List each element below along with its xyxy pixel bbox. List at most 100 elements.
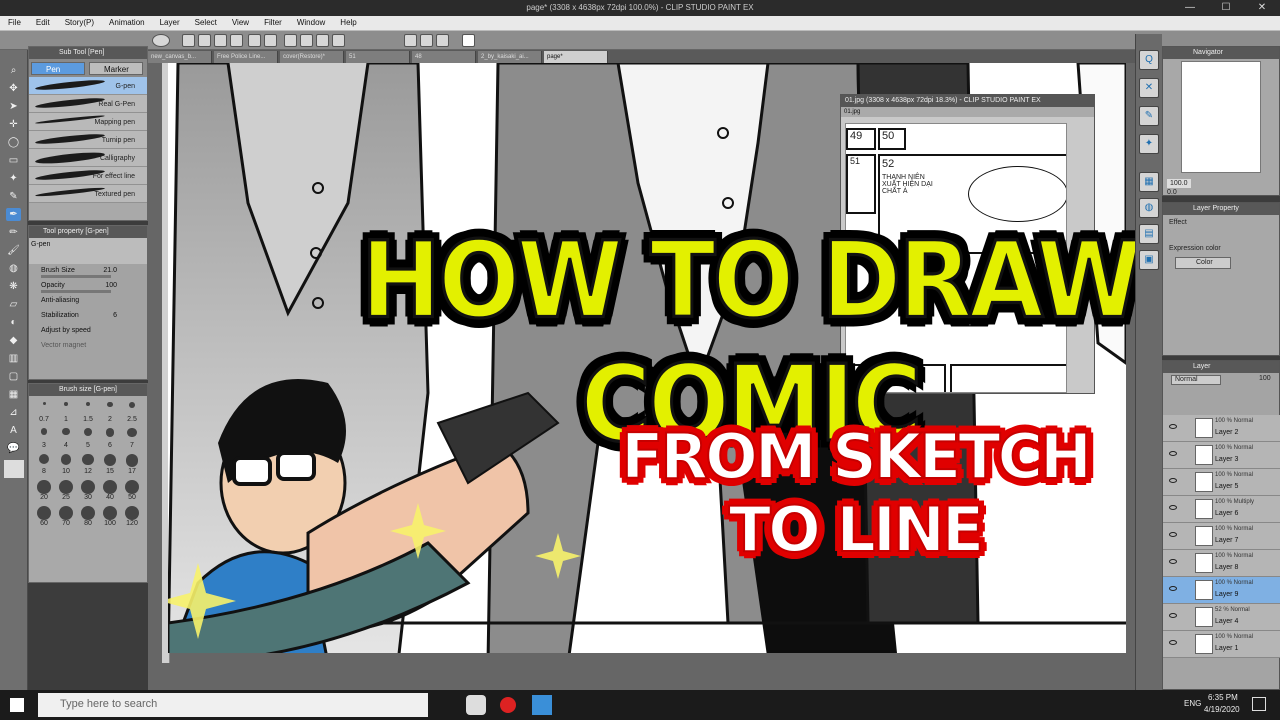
- layer-row[interactable]: 100 % Normal Layer 3: [1163, 442, 1280, 469]
- move-layer-icon[interactable]: ✛: [6, 118, 21, 131]
- brush-item[interactable]: Textured pen: [29, 185, 147, 203]
- redo-icon[interactable]: [264, 34, 277, 47]
- minimize-button[interactable]: —: [1172, 0, 1208, 16]
- brush-size-option[interactable]: 3: [33, 426, 55, 450]
- snap-special-icon[interactable]: [436, 34, 449, 47]
- doc-tab[interactable]: 51: [346, 51, 410, 63]
- decoration-icon[interactable]: ❋: [6, 280, 21, 293]
- brush-size-option[interactable]: 5: [77, 426, 99, 450]
- menu-help[interactable]: Help: [332, 16, 363, 27]
- layer-row[interactable]: 100 % Normal Layer 1: [1163, 631, 1280, 658]
- doc-tab-active[interactable]: page*: [544, 51, 608, 63]
- layer-row[interactable]: 52 % Normal Layer 4: [1163, 604, 1280, 631]
- navigator-thumbnail[interactable]: [1181, 61, 1261, 173]
- layer-opacity[interactable]: 100: [1259, 375, 1271, 382]
- operation-icon[interactable]: ➤: [6, 100, 21, 113]
- menu-select[interactable]: Select: [187, 16, 224, 27]
- layer-row[interactable]: 100 % Normal Layer 2: [1163, 415, 1280, 442]
- material-icon[interactable]: ✕: [1139, 78, 1159, 98]
- airbrush-icon[interactable]: ◍: [6, 262, 21, 275]
- brush-item[interactable]: G-pen: [29, 77, 147, 95]
- menu-window[interactable]: Window: [289, 16, 332, 27]
- vector-magnet-row[interactable]: Vector magnet: [29, 339, 147, 354]
- layer-row[interactable]: 100 % Normal Layer 7: [1163, 523, 1280, 550]
- doc-tab[interactable]: cover(Restore)*: [280, 51, 344, 63]
- new-file-icon[interactable]: [182, 34, 195, 47]
- tab-marker[interactable]: Marker: [89, 62, 143, 75]
- menu-animation[interactable]: Animation: [101, 16, 152, 27]
- menu-filter[interactable]: Filter: [256, 16, 289, 27]
- layer-row[interactable]: 100 % Normal Layer 8: [1163, 550, 1280, 577]
- stabilization-row[interactable]: Stabilization 6: [29, 309, 147, 324]
- pen-icon[interactable]: ✒: [6, 208, 21, 221]
- brush-item[interactable]: Turnip pen: [29, 131, 147, 149]
- language-indicator[interactable]: ENG: [1184, 699, 1201, 708]
- clip-studio-icon[interactable]: [152, 34, 170, 47]
- doc-tab[interactable]: new_canvas_b...: [148, 51, 212, 63]
- eye-icon[interactable]: [1169, 586, 1177, 591]
- animation-icon[interactable]: ▣: [1139, 250, 1159, 270]
- text-icon[interactable]: A: [6, 424, 21, 437]
- brush-item[interactable]: Real G-Pen: [29, 95, 147, 113]
- subwindow-tab[interactable]: 01.jpg: [841, 107, 1094, 117]
- layer-search-icon[interactable]: ▤: [1139, 224, 1159, 244]
- brush-size-option[interactable]: 80: [77, 504, 99, 528]
- brush-size-option[interactable]: 8: [33, 452, 55, 476]
- blend-mode-select[interactable]: Normal: [1171, 375, 1221, 385]
- brush-size-option[interactable]: 20: [33, 478, 55, 502]
- brush-size-option[interactable]: 6: [99, 426, 121, 450]
- eye-icon[interactable]: [1169, 505, 1177, 510]
- pencil-icon[interactable]: ✏: [6, 226, 21, 239]
- brush-item[interactable]: Mapping pen: [29, 113, 147, 131]
- eye-icon[interactable]: [1169, 451, 1177, 456]
- brush-size-option[interactable]: 12: [77, 452, 99, 476]
- windows-start-icon[interactable]: [10, 698, 24, 712]
- layer-row[interactable]: 100 % Normal Layer 5: [1163, 469, 1280, 496]
- brush-size-option[interactable]: 15: [99, 452, 121, 476]
- layer-row[interactable]: 100 % Normal Layer 9: [1163, 577, 1280, 604]
- brush-size-row[interactable]: Brush Size 21.0: [29, 264, 147, 279]
- eyedropper-icon[interactable]: ✎: [6, 190, 21, 203]
- brush-size-option[interactable]: 30: [77, 478, 99, 502]
- menu-edit[interactable]: Edit: [28, 16, 57, 27]
- zoom-value[interactable]: 100.0: [1167, 179, 1191, 188]
- undo-icon[interactable]: [248, 34, 261, 47]
- fill-icon[interactable]: ◆: [6, 334, 21, 347]
- antialias-row[interactable]: Anti-aliasing: [29, 294, 147, 309]
- clear-icon[interactable]: [300, 34, 313, 47]
- open-file-icon[interactable]: [198, 34, 211, 47]
- figure-icon[interactable]: ▢: [6, 370, 21, 383]
- brush-size-option[interactable]: 40: [99, 478, 121, 502]
- brush-size-option[interactable]: 25: [55, 478, 77, 502]
- stroke-icon[interactable]: [332, 34, 345, 47]
- brush-size-option[interactable]: 10: [55, 452, 77, 476]
- export-icon[interactable]: [230, 34, 243, 47]
- tab-pen[interactable]: Pen: [31, 62, 85, 75]
- doc-tab[interactable]: Free Police Line...: [214, 51, 278, 63]
- clock-time[interactable]: 6:35 PM: [1208, 693, 1238, 702]
- brush-size-option[interactable]: 70: [55, 504, 77, 528]
- clock-date[interactable]: 4/19/2020: [1204, 705, 1240, 714]
- doc-tab[interactable]: 2_by_kaisaki_ai...: [478, 51, 542, 63]
- eye-icon[interactable]: [1169, 559, 1177, 564]
- blend-icon[interactable]: ◐: [6, 316, 21, 329]
- opacity-row[interactable]: Opacity 100: [29, 279, 147, 294]
- eye-icon[interactable]: [1169, 613, 1177, 618]
- brush-icon[interactable]: 🖌: [6, 244, 21, 257]
- selection-icon[interactable]: ▭: [6, 154, 21, 167]
- snap-grid-icon[interactable]: [420, 34, 433, 47]
- menu-file[interactable]: File: [0, 16, 28, 27]
- auto-select-icon[interactable]: ✦: [6, 172, 21, 185]
- brush-size-option[interactable]: 17: [121, 452, 143, 476]
- fill-icon[interactable]: [316, 34, 329, 47]
- record-taskbar-icon[interactable]: [500, 697, 516, 713]
- angle-value[interactable]: 0.0: [1167, 189, 1177, 196]
- eye-icon[interactable]: [1169, 532, 1177, 537]
- color-wheel-icon[interactable]: ◍: [1139, 198, 1159, 218]
- search-icon[interactable]: Q: [1139, 50, 1159, 70]
- brush-item[interactable]: Calligraphy: [29, 149, 147, 167]
- menu-view[interactable]: View: [224, 16, 256, 27]
- brush-size-option[interactable]: 120: [121, 504, 143, 528]
- close-button[interactable]: ✕: [1244, 0, 1280, 16]
- eye-icon[interactable]: [1169, 478, 1177, 483]
